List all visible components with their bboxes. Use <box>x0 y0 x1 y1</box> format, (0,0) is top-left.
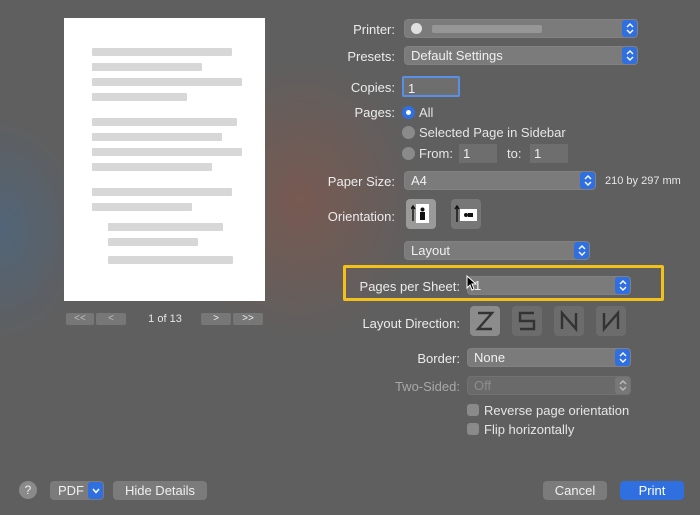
blurred-text-line <box>92 203 192 211</box>
blurred-text-line <box>92 163 212 171</box>
chevron-up-down-icon <box>574 242 589 259</box>
pages-per-sheet-popup[interactable]: 1 <box>467 276 631 295</box>
portrait-icon <box>411 204 429 223</box>
pages-from-input[interactable]: 1 <box>459 144 497 163</box>
border-value: None <box>474 350 506 365</box>
blurred-text-line <box>92 93 187 101</box>
pdf-label: PDF <box>58 483 84 498</box>
border-label: Border: <box>417 351 460 366</box>
cancel-button[interactable]: Cancel <box>543 481 607 500</box>
blurred-text-line <box>92 188 232 196</box>
two-sided-label: Two-Sided: <box>394 379 460 394</box>
section-popup[interactable]: Layout <box>404 241 590 260</box>
pages-from-label: From: <box>419 146 453 161</box>
section-value: Layout <box>411 243 451 258</box>
blurred-text-line <box>92 133 222 141</box>
z-direction-icon <box>475 311 495 331</box>
pages-from-radio[interactable] <box>402 147 415 160</box>
blurred-text-line <box>92 118 237 126</box>
print-button[interactable]: Print <box>620 481 684 500</box>
two-sided-value: Off <box>474 378 492 393</box>
chevron-up-down-icon <box>622 20 637 37</box>
previous-page-button[interactable]: < <box>96 313 126 325</box>
reverse-orientation-checkbox[interactable] <box>467 404 479 416</box>
blurred-text-line <box>108 256 233 264</box>
flip-horizontally-label: Flip horizontally <box>484 422 575 437</box>
printer-name-redacted <box>431 25 542 33</box>
first-page-button[interactable]: << <box>66 313 94 325</box>
copies-label: Copies: <box>350 80 395 95</box>
orientation-portrait-button[interactable] <box>406 199 436 229</box>
pages-selected-label: Selected Page in Sidebar <box>419 125 566 140</box>
paper-dimensions: 210 by 297 mm <box>605 175 681 187</box>
orientation-landscape-button[interactable] <box>451 199 481 229</box>
page-indicator: 1 of 13 <box>148 313 182 325</box>
blurred-text-line <box>92 148 242 156</box>
paper-size-popup[interactable]: A4 <box>404 171 596 190</box>
orientation-label: Orientation: <box>327 209 395 224</box>
next-page-button[interactable]: > <box>201 313 231 325</box>
layout-direction-z-button[interactable] <box>470 306 500 336</box>
hide-details-button[interactable]: Hide Details <box>113 481 207 500</box>
chevron-up-down-icon <box>615 349 630 366</box>
paper-size-value: A4 <box>411 173 427 188</box>
blurred-text-line <box>108 238 198 246</box>
two-sided-popup: Off <box>467 376 631 395</box>
blurred-text-line <box>108 223 223 231</box>
n-direction-icon <box>560 309 578 333</box>
reverse-n-direction-icon <box>602 309 620 333</box>
presets-label: Presets: <box>347 49 395 64</box>
copies-input[interactable]: 1 <box>402 76 460 97</box>
printer-popup[interactable] <box>404 19 638 38</box>
printer-label: Printer: <box>353 22 395 37</box>
flip-horizontally-checkbox[interactable] <box>467 423 479 435</box>
pages-all-radio[interactable] <box>402 106 415 119</box>
blurred-text-line <box>92 63 202 71</box>
chevron-up-down-icon <box>615 277 630 294</box>
blurred-text-line <box>92 48 232 56</box>
layout-direction-reverse-n-button[interactable] <box>596 306 626 336</box>
printer-icon <box>411 23 422 34</box>
chevron-up-down-icon <box>580 172 595 189</box>
paper-size-label: Paper Size: <box>327 174 395 189</box>
mouse-cursor-icon <box>466 275 477 291</box>
blurred-text-line <box>92 78 242 86</box>
pages-label: Pages: <box>354 105 395 120</box>
presets-value: Default Settings <box>411 48 503 63</box>
pages-all-label: All <box>419 105 434 120</box>
help-button[interactable]: ? <box>19 481 37 499</box>
chevron-down-icon <box>88 482 103 499</box>
reverse-orientation-label: Reverse page orientation <box>484 403 630 418</box>
s-direction-icon <box>518 311 536 331</box>
pages-to-input[interactable]: 1 <box>530 144 568 163</box>
last-page-button[interactable]: >> <box>233 313 263 325</box>
chevron-up-down-icon <box>622 47 637 64</box>
layout-direction-label: Layout Direction: <box>362 316 460 331</box>
layout-direction-s-button[interactable] <box>512 306 542 336</box>
presets-popup[interactable]: Default Settings <box>404 46 638 65</box>
page-preview <box>64 18 265 301</box>
pdf-menu-button[interactable]: PDF <box>50 481 104 500</box>
pages-per-sheet-label: Pages per Sheet: <box>359 279 460 294</box>
pages-selected-radio[interactable] <box>402 126 415 139</box>
layout-direction-n-button[interactable] <box>554 306 584 336</box>
landscape-icon <box>454 204 477 222</box>
chevron-up-down-icon <box>615 377 630 394</box>
border-popup[interactable]: None <box>467 348 631 367</box>
pages-to-label: to: <box>507 146 522 161</box>
